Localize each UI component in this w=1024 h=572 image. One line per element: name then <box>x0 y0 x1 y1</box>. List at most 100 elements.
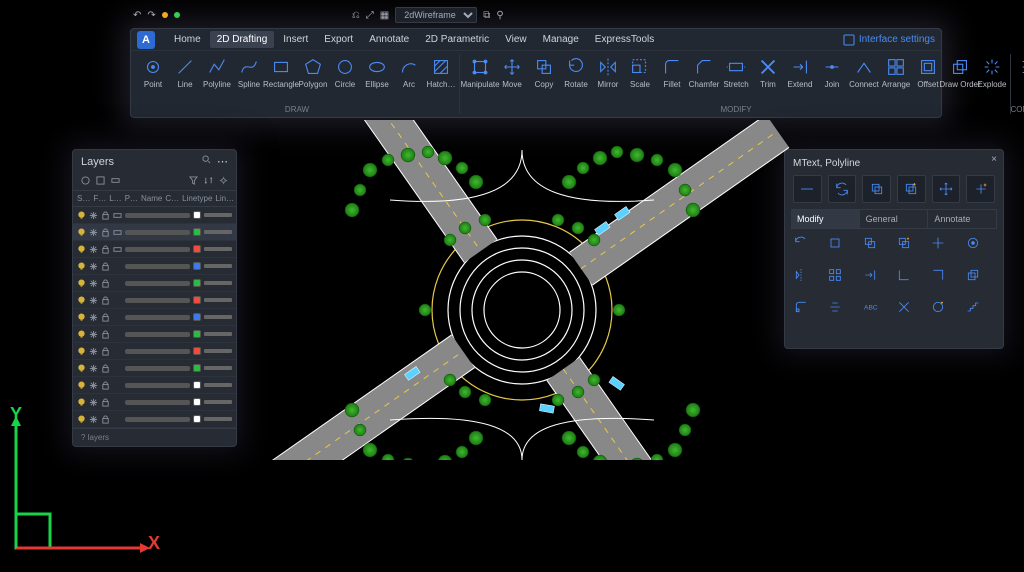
properties-tool-7[interactable] <box>827 267 857 295</box>
chamfer-tool[interactable]: Chamfer <box>689 54 719 91</box>
layer-row[interactable] <box>73 241 236 258</box>
properties-tool-13[interactable] <box>827 299 857 327</box>
qat-redo-icon[interactable]: ↷ <box>147 10 155 21</box>
lock-icon[interactable] <box>101 296 110 305</box>
visibility-icon[interactable] <box>77 381 86 390</box>
linetype-preview[interactable] <box>204 264 232 268</box>
color-swatch[interactable] <box>193 347 201 355</box>
mirror-tool[interactable]: Mirror <box>593 54 623 91</box>
freeze-icon[interactable] <box>89 262 98 271</box>
layer-states-icon[interactable] <box>111 176 120 185</box>
properties-tool-4[interactable] <box>930 235 960 263</box>
lock-icon[interactable] <box>101 313 110 322</box>
properties-tool-15[interactable] <box>896 299 926 327</box>
linetype-preview[interactable] <box>204 400 232 404</box>
properties-tool-10[interactable] <box>930 267 960 295</box>
menu-item-expresstools[interactable]: ExpressTools <box>588 31 661 48</box>
menu-item-manage[interactable]: Manage <box>536 31 586 48</box>
layer-row[interactable] <box>73 377 236 394</box>
qat-undo-icon[interactable]: ↶ <box>133 10 141 21</box>
linetype-preview[interactable] <box>204 417 232 421</box>
freeze-icon[interactable] <box>89 347 98 356</box>
pp-copy-icon[interactable] <box>862 175 891 203</box>
menu-item-2d-drafting[interactable]: 2D Drafting <box>210 31 275 48</box>
rotate-tool[interactable]: Rotate <box>561 54 591 91</box>
ellipse-tool[interactable]: Ellipse <box>362 54 392 91</box>
layers-col[interactable]: L… <box>109 194 121 203</box>
layers-panel-title-bar[interactable]: Layers ⋯ <box>73 150 236 173</box>
pp-rotate-icon[interactable] <box>828 175 857 203</box>
layer-row[interactable] <box>73 360 236 377</box>
pp-move-plus-icon[interactable] <box>966 175 995 203</box>
properties-tool-5[interactable] <box>965 235 995 263</box>
linetype-preview[interactable] <box>204 315 232 319</box>
arc-tool[interactable]: Arc <box>394 54 424 91</box>
properties-tab-annotate[interactable]: Annotate <box>928 210 997 228</box>
freeze-icon[interactable] <box>89 364 98 373</box>
layer-row[interactable] <box>73 258 236 275</box>
color-swatch[interactable] <box>193 262 201 270</box>
menu-item-2d-parametric[interactable]: 2D Parametric <box>418 31 496 48</box>
layer-row[interactable] <box>73 343 236 360</box>
spline-tool[interactable]: Spline <box>234 54 264 91</box>
layers-col[interactable]: Lin… <box>215 194 234 203</box>
circle-tool[interactable]: Circle <box>330 54 360 91</box>
join-tool[interactable]: Join <box>817 54 847 91</box>
hatch-tool[interactable]: Hatch… <box>426 54 456 91</box>
color-swatch[interactable] <box>193 245 201 253</box>
qat-icon[interactable]: ⧉ <box>483 10 490 21</box>
color-swatch[interactable] <box>193 398 201 406</box>
move-tool[interactable]: Move <box>497 54 527 91</box>
layers-col[interactable]: Name <box>141 194 162 203</box>
drawing-canvas[interactable] <box>240 120 805 460</box>
visibility-icon[interactable] <box>77 330 86 339</box>
lock-icon[interactable] <box>101 381 110 390</box>
rect-tool[interactable]: Rectangle <box>266 54 296 91</box>
linetype-preview[interactable] <box>204 366 232 370</box>
visibility-icon[interactable] <box>77 296 86 305</box>
linetype-preview[interactable] <box>204 247 232 251</box>
visibility-icon[interactable] <box>77 364 86 373</box>
scale-tool[interactable]: Scale <box>625 54 655 91</box>
visibility-icon[interactable] <box>77 245 86 254</box>
explode-tool[interactable]: Explode <box>977 54 1007 91</box>
visibility-icon[interactable] <box>77 347 86 356</box>
color-swatch[interactable] <box>193 296 201 304</box>
properties-tool-1[interactable] <box>827 235 857 263</box>
color-swatch[interactable] <box>193 415 201 423</box>
line-tool[interactable]: Line <box>170 54 200 91</box>
visibility-icon[interactable] <box>77 262 86 271</box>
visibility-icon[interactable] <box>77 228 86 237</box>
lock-icon[interactable] <box>101 228 110 237</box>
menu-item-view[interactable]: View <box>498 31 534 48</box>
visual-style-select[interactable]: 2dWireframe <box>395 7 477 23</box>
qat-icon[interactable]: ⤢ <box>366 10 374 21</box>
freeze-icon[interactable] <box>89 211 98 220</box>
color-swatch[interactable] <box>193 381 201 389</box>
properties-tool-16[interactable] <box>930 299 960 327</box>
lock-icon[interactable] <box>101 279 110 288</box>
properties-tool-11[interactable] <box>965 267 995 295</box>
freeze-icon[interactable] <box>89 381 98 390</box>
properties-tool-14[interactable]: ABC <box>862 299 892 327</box>
qat-icon[interactable]: ⎌ <box>352 10 360 21</box>
properties-tool-17[interactable] <box>965 299 995 327</box>
properties-tool-3[interactable] <box>896 235 926 263</box>
pp-copy-plus-icon[interactable] <box>897 175 926 203</box>
linetype-preview[interactable] <box>204 298 232 302</box>
freeze-icon[interactable] <box>89 296 98 305</box>
freeze-icon[interactable] <box>89 313 98 322</box>
lock-icon[interactable] <box>101 211 110 220</box>
visibility-icon[interactable] <box>77 313 86 322</box>
freeze-icon[interactable] <box>89 330 98 339</box>
layers-col[interactable]: F… <box>93 194 106 203</box>
visibility-icon[interactable] <box>77 211 86 220</box>
properties-tab-general[interactable]: General <box>860 210 929 228</box>
qat-icon[interactable]: ▦ <box>380 10 389 21</box>
freeze-icon[interactable] <box>89 279 98 288</box>
color-swatch[interactable] <box>193 313 201 321</box>
menu-item-home[interactable]: Home <box>167 31 208 48</box>
draworder-tool[interactable]: Draw Order <box>945 54 975 91</box>
layers-col[interactable]: Linetype <box>182 194 212 203</box>
control-tool[interactable] <box>1015 54 1024 80</box>
